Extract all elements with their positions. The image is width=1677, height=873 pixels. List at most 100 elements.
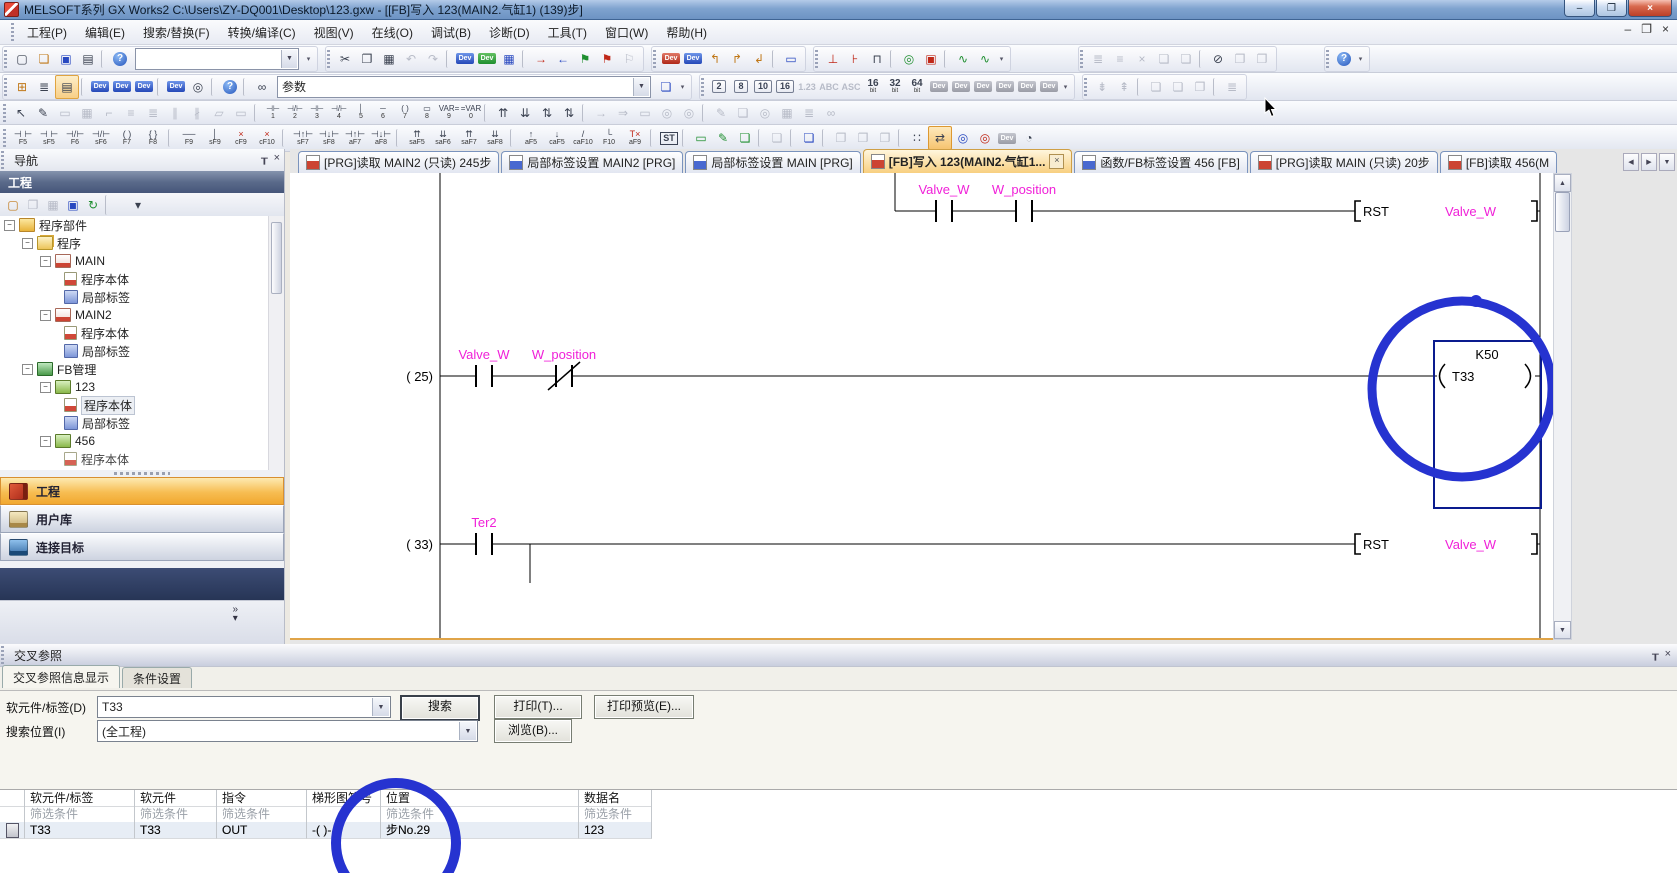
expand-collapse-icon[interactable]: −: [40, 310, 51, 321]
split-ladder-block-button[interactable]: ≡: [1109, 48, 1131, 70]
cross-reference-find-button[interactable]: ∞: [251, 76, 273, 98]
monitor-pause-button[interactable]: ⚐: [618, 48, 640, 70]
module-configuration-button[interactable]: ≣: [33, 76, 55, 98]
menu-window[interactable]: 窗口(W): [596, 21, 657, 44]
column-header-position[interactable]: 位置: [381, 790, 579, 807]
copy-button[interactable]: ❐: [356, 48, 378, 70]
device-search-button[interactable]: ◎: [187, 76, 209, 98]
jump-write-button[interactable]: →: [590, 102, 612, 124]
parallel-falling-pulse-button[interactable]: ⊣↓⊢aF8: [368, 127, 394, 149]
outline-collapse-button[interactable]: ⇟: [1091, 76, 1113, 98]
open-contact-button[interactable]: ⊣ ⊢F5: [10, 127, 36, 149]
device-combo[interactable]: T33▼: [97, 696, 391, 718]
chevron-down-icon[interactable]: ▼: [281, 50, 297, 68]
application-instruction-button[interactable]: { }F8: [140, 127, 166, 149]
zoom-find-blue-button[interactable]: ◎: [952, 127, 974, 149]
paste-block-button[interactable]: ❐: [1251, 48, 1273, 70]
invert-falling-button[interactable]: ⇊saF6: [430, 127, 456, 149]
child-minimize-icon[interactable]: –: [1625, 22, 1632, 36]
monitor-start-button[interactable]: ⚑: [574, 48, 596, 70]
device-comment-button[interactable]: Dev: [454, 48, 476, 70]
coil-7-button[interactable]: ( )7: [394, 102, 416, 124]
pair-contact-1-button[interactable]: ⇈: [492, 102, 514, 124]
menu-view[interactable]: 视图(V): [305, 21, 363, 44]
tab-scroll-right-icon[interactable]: ▶: [1641, 153, 1657, 171]
edit-mode-button[interactable]: ✎: [32, 102, 54, 124]
application-8-button[interactable]: ▭8: [416, 102, 438, 124]
contact-close-2-button[interactable]: ⊣/⊢2: [284, 102, 306, 124]
table-row[interactable]: T33 T33 OUT -( )- 步No.29 123: [0, 822, 1677, 839]
print-preview-button[interactable]: 打印预览(E)...: [594, 695, 694, 719]
monitor-box-button[interactable]: ▭: [634, 102, 656, 124]
tab-fb-read-456[interactable]: [FB]读取 456(M: [1440, 151, 1557, 173]
delete-column-button[interactable]: ∦: [186, 102, 208, 124]
expand-collapse-icon[interactable]: −: [40, 256, 51, 267]
device-format-6-button[interactable]: Dev: [1038, 76, 1060, 98]
box-select-button[interactable]: ▭: [54, 102, 76, 124]
project-combo[interactable]: ▼: [135, 48, 299, 70]
statement-display-button[interactable]: Dev: [111, 76, 133, 98]
close-icon[interactable]: ×: [274, 152, 280, 165]
delete-horizontal-line-button[interactable]: ×cF9: [228, 127, 254, 149]
tree-item-fb-123[interactable]: − 123: [0, 378, 268, 396]
find-device-monitor-button[interactable]: ◎: [898, 48, 920, 70]
documents-3-button[interactable]: ❐: [874, 127, 896, 149]
filter-cell[interactable]: 筛选条件: [25, 806, 135, 823]
expand-collapse-icon[interactable]: −: [4, 220, 15, 231]
tree-item-fb-management[interactable]: − FB管理: [0, 360, 268, 378]
ladder-editor-canvas[interactable]: ( 25) ( 33) Valve_W W_position RST Valve…: [290, 173, 1553, 640]
find-contact-button[interactable]: ◎: [656, 102, 678, 124]
child-close-icon[interactable]: ×: [1662, 22, 1669, 36]
statement-edit-button[interactable]: ❏: [732, 102, 754, 124]
tree-item-main2-body[interactable]: 程序本体: [0, 324, 268, 342]
template-button[interactable]: ≣: [1221, 76, 1243, 98]
device-format-4-button[interactable]: Dev: [994, 76, 1016, 98]
nav-category-user-library[interactable]: 用户库: [0, 505, 284, 533]
pin-icon[interactable]: ┰: [261, 152, 268, 165]
document-gray-button[interactable]: ❏: [766, 127, 788, 149]
watch-register-button[interactable]: ▣: [920, 48, 942, 70]
menu-find-replace[interactable]: 搜索/替换(F): [134, 21, 219, 44]
tab-close-icon[interactable]: ×: [1049, 154, 1064, 169]
paste-data-button[interactable]: ▦: [43, 195, 63, 215]
tab-condition-settings[interactable]: 条件设置: [122, 667, 192, 688]
display-format-2-button[interactable]: 2: [708, 76, 730, 98]
minimize-button[interactable]: –: [1564, 0, 1595, 17]
coil-button[interactable]: ( )F7: [114, 127, 140, 149]
note-display-button[interactable]: Dev: [133, 76, 155, 98]
interlock-button[interactable]: ⌐: [98, 102, 120, 124]
menu-compile[interactable]: 转换/编译(C): [219, 21, 305, 44]
tree-item-fb-456[interactable]: − 456: [0, 432, 268, 450]
watch-find-button[interactable]: ∞: [820, 102, 842, 124]
menu-edit[interactable]: 编辑(E): [76, 21, 134, 44]
context-help-button[interactable]: ?: [1333, 48, 1355, 70]
parallel-rising-pulse-button[interactable]: ⊣↑⊢aF7: [342, 127, 368, 149]
parallel-closed-contact-button[interactable]: ⊣/⊢sF6: [88, 127, 114, 149]
filter-cell[interactable]: 筛选条件: [381, 806, 579, 823]
nav-category-project[interactable]: 工程: [0, 477, 284, 505]
program-list-button[interactable]: ❐: [1189, 76, 1211, 98]
work-window-button[interactable]: ▤: [55, 75, 79, 99]
chevron-down-icon[interactable]: ▼: [372, 698, 389, 716]
non-execution-button[interactable]: ⊘: [1207, 48, 1229, 70]
tree-item-fb-123-labels[interactable]: 局部标签: [0, 414, 268, 432]
delete-branch-button[interactable]: T×aF9: [622, 127, 648, 149]
display-format-10-button[interactable]: 10: [752, 76, 774, 98]
device-monitor-button[interactable]: Dev: [476, 48, 498, 70]
data-property-button[interactable]: ▣: [63, 195, 83, 215]
open-button[interactable]: ❏: [33, 48, 55, 70]
menu-tools[interactable]: 工具(T): [539, 21, 596, 44]
device-display-button[interactable]: Dev: [165, 76, 187, 98]
tree-item-main-labels[interactable]: 局部标签: [0, 288, 268, 306]
select-mode-button[interactable]: ↖: [10, 102, 32, 124]
toolbar-overflow-icon[interactable]: ▾: [303, 48, 314, 70]
chevron-down-icon[interactable]: ▼: [633, 78, 649, 96]
print-button[interactable]: 打印(T)...: [494, 695, 582, 719]
rising-pulse-button[interactable]: ⊣↑⊢sF7: [290, 127, 316, 149]
var-read-0-button[interactable]: =VAR0: [460, 102, 482, 124]
ladder-logic-test-button[interactable]: ⊥: [822, 48, 844, 70]
device-format-2-button[interactable]: Dev: [950, 76, 972, 98]
read-from-plc-button[interactable]: ←: [552, 48, 574, 70]
tab-fb-write-123[interactable]: [FB]写入 123(MAIN2.气缸1... ×: [863, 149, 1073, 173]
tree-item-fb-123-body[interactable]: 程序本体: [0, 396, 268, 414]
